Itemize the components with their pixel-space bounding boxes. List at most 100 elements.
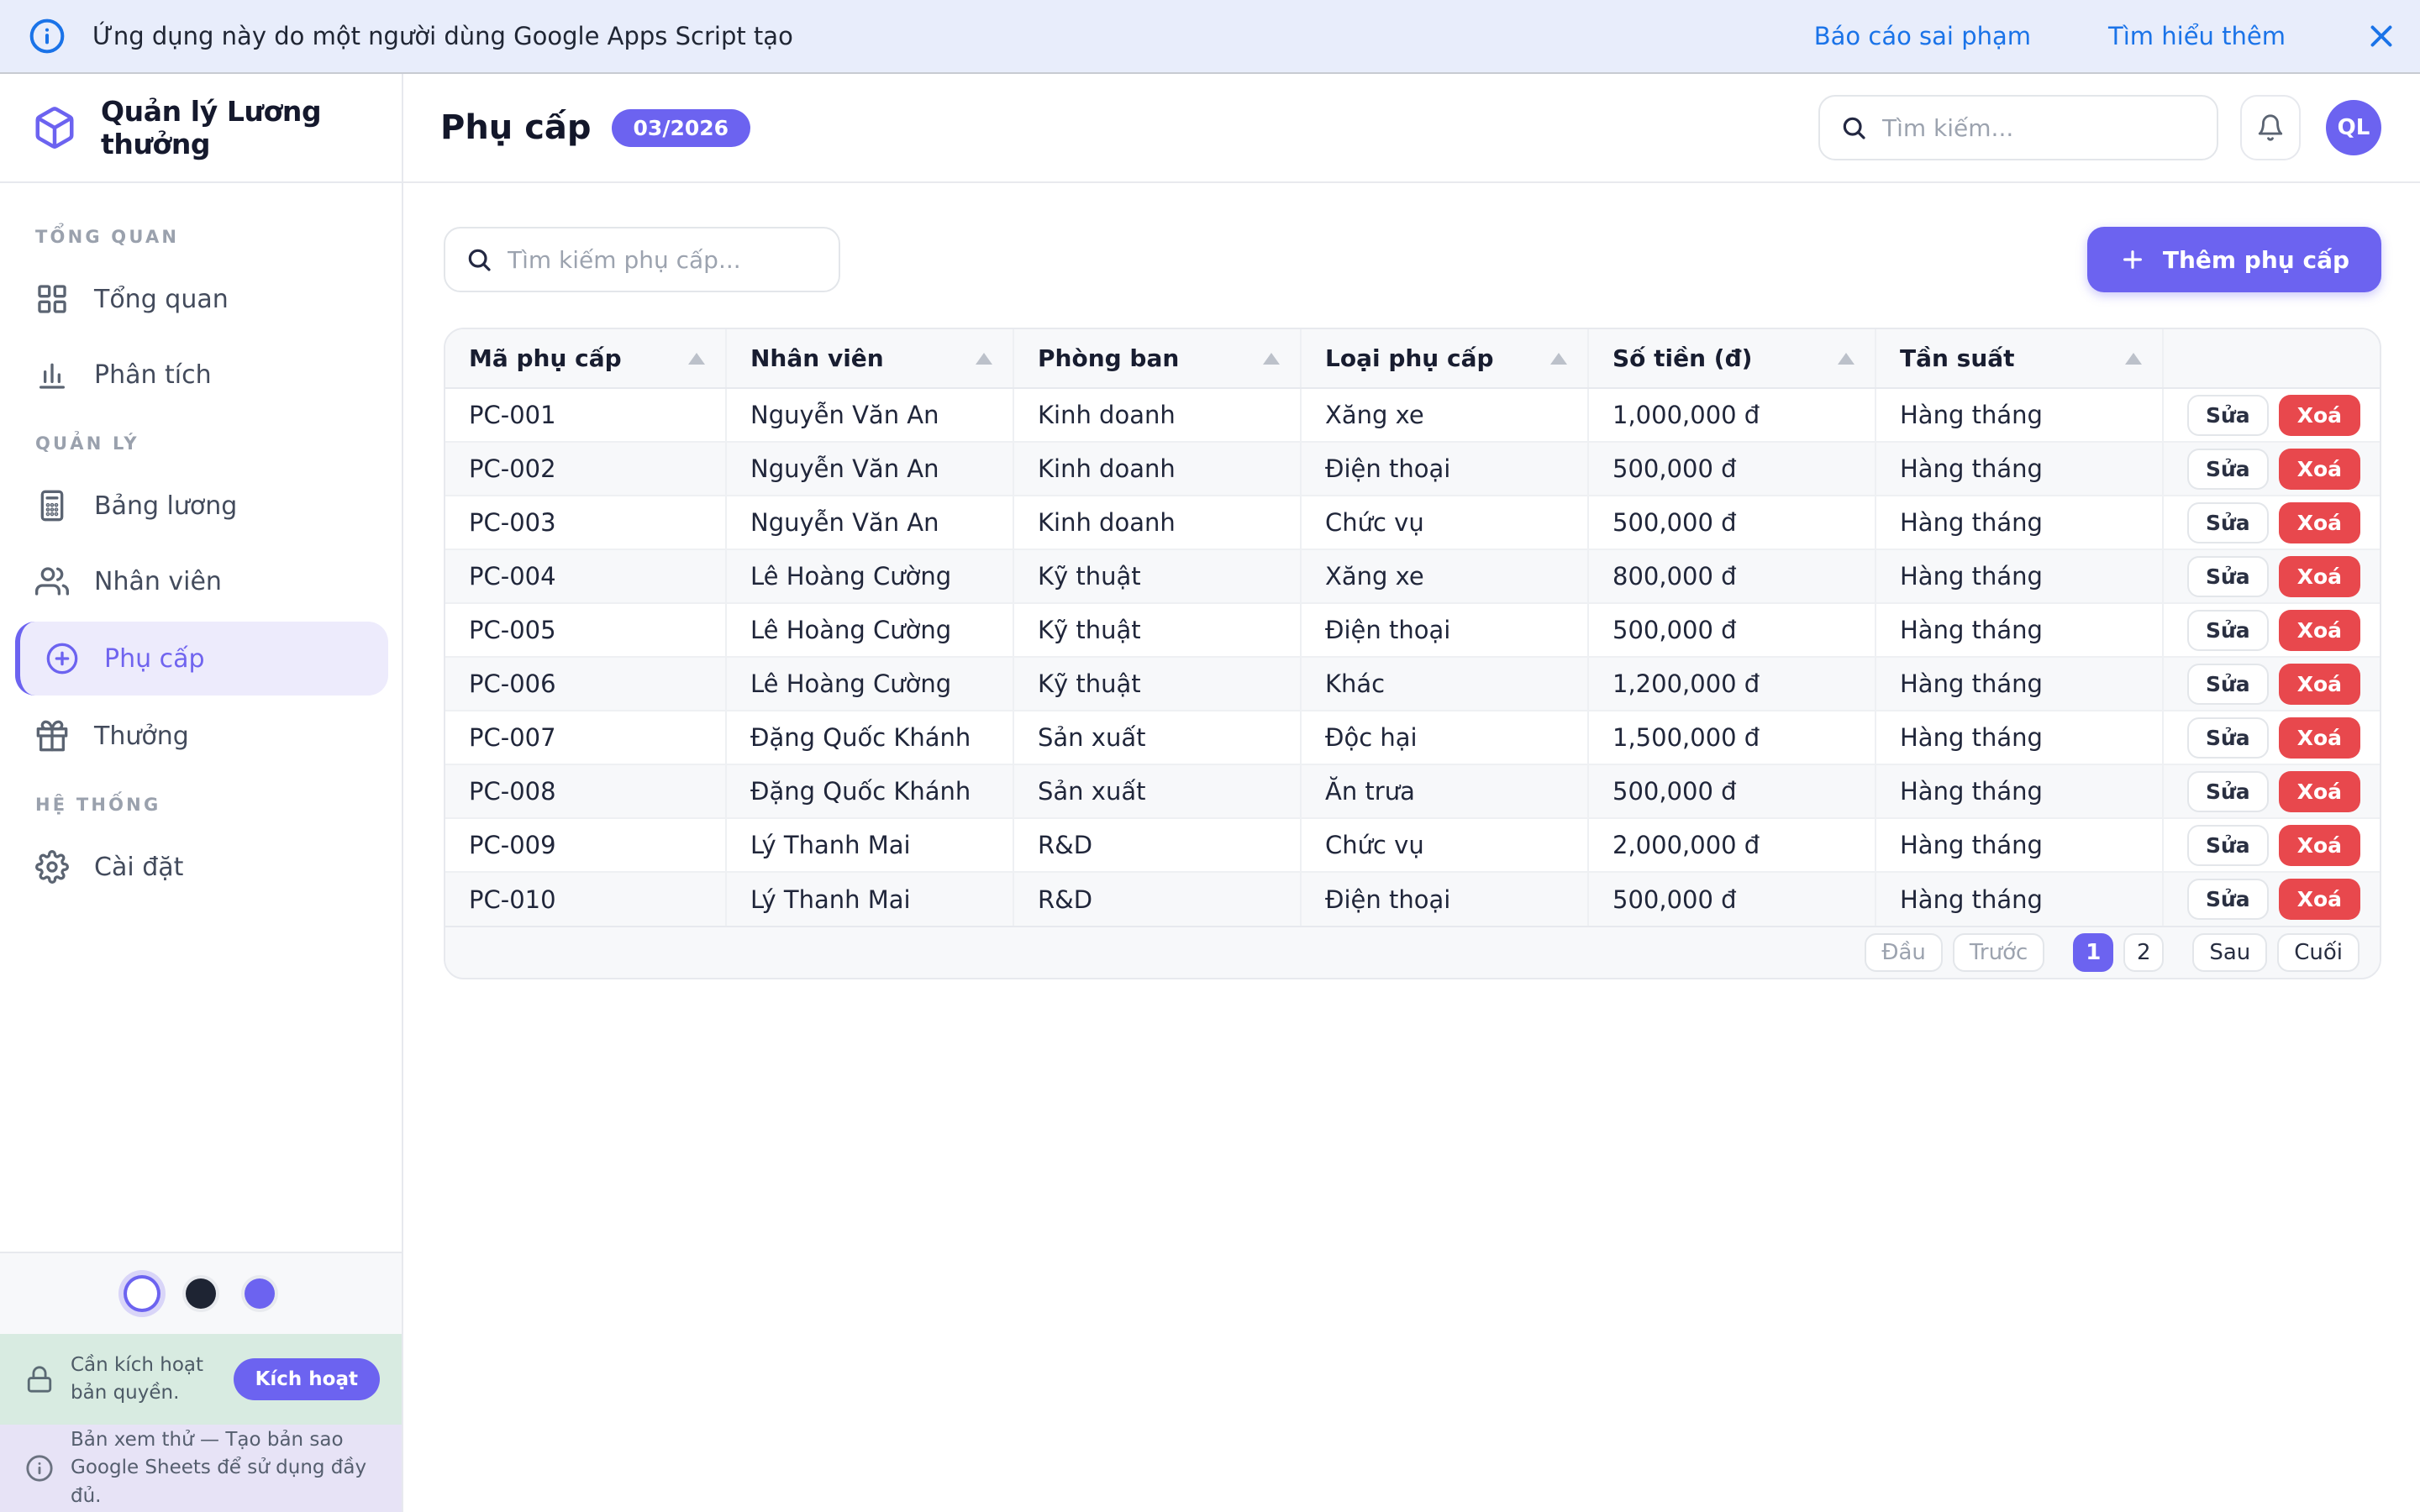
sidebar: Quản lý Lương thưởng TỔNG QUAN Tổng quan… xyxy=(0,74,403,1512)
delete-button[interactable]: Xoá xyxy=(2278,879,2361,920)
column-header-ma-phu-cap[interactable]: Mã phụ cấp xyxy=(445,329,726,389)
delete-button[interactable]: Xoá xyxy=(2278,394,2361,436)
row-actions: Sửa Xoá xyxy=(2162,872,2380,926)
table-cell: 1,200,000 đ xyxy=(1587,657,1876,711)
column-header-tan-suat[interactable]: Tần suất xyxy=(1875,329,2163,389)
pagination-page-2[interactable]: 2 xyxy=(2123,933,2165,972)
row-actions: Sửa Xoá xyxy=(2162,496,2380,550)
app-title: Quản lý Lương thưởng xyxy=(101,95,322,160)
sidebar-item-bang-luong[interactable]: Bảng lương xyxy=(0,469,402,543)
table-cell: Lê Hoàng Cường xyxy=(725,549,1013,604)
pagination-next-button[interactable]: Sau xyxy=(2192,933,2268,972)
edit-button[interactable]: Sửa xyxy=(2187,824,2269,866)
activate-button[interactable]: Kích hoạt xyxy=(233,1358,380,1400)
delete-button[interactable]: Xoá xyxy=(2278,663,2361,705)
table-cell: PC-002 xyxy=(445,442,726,496)
pagination-prev-button[interactable]: Trước xyxy=(1952,933,2045,972)
gift-icon xyxy=(35,719,69,753)
table-cell: Sản xuất xyxy=(1013,764,1301,819)
pagination-first-button[interactable]: Đầu xyxy=(1865,933,1943,972)
table-cell: Xăng xe xyxy=(1300,388,1588,443)
table-body: PC-001 Nguyễn Văn An Kinh doanh Xăng xe 1,00… xyxy=(445,388,2380,926)
table-cell: PC-006 xyxy=(445,657,726,711)
global-search[interactable] xyxy=(1818,95,2218,160)
delete-button[interactable]: Xoá xyxy=(2278,770,2361,812)
close-icon[interactable] xyxy=(2366,21,2396,51)
theme-dot[interactable] xyxy=(245,1278,275,1309)
global-search-input[interactable] xyxy=(1882,113,2196,142)
delete-button[interactable]: Xoá xyxy=(2278,717,2361,759)
edit-button[interactable]: Sửa xyxy=(2187,609,2269,651)
sidebar-item-phu-cap[interactable]: Phụ cấp xyxy=(15,622,388,696)
row-actions: Sửa Xoá xyxy=(2162,818,2380,873)
sidebar-item-label: Phụ cấp xyxy=(104,643,205,674)
delete-button[interactable]: Xoá xyxy=(2278,609,2361,651)
allowance-search-input[interactable] xyxy=(508,245,818,274)
sidebar-item-nhan-vien[interactable]: Nhân viên xyxy=(0,544,402,618)
row-actions: Sửa Xoá xyxy=(2162,388,2380,443)
edit-button[interactable]: Sửa xyxy=(2187,663,2269,705)
table-cell: Hàng tháng xyxy=(1875,388,2163,443)
info-icon xyxy=(25,1454,54,1483)
allowance-table-card: Mã phụ cấp Nhân viên Phòng ban Loại phụ … xyxy=(444,328,2381,979)
pagination-page-1[interactable]: 1 xyxy=(2073,933,2114,972)
delete-button[interactable]: Xoá xyxy=(2278,501,2361,543)
delete-button[interactable]: Xoá xyxy=(2278,555,2361,597)
notifications-button[interactable] xyxy=(2240,95,2301,160)
column-header-loai-phu-cap[interactable]: Loại phụ cấp xyxy=(1300,329,1588,389)
table-row: PC-005 Lê Hoàng Cường Kỹ thuật Điện thoại 50… xyxy=(445,603,2380,658)
column-header-nhan-vien[interactable]: Nhân viên xyxy=(725,329,1013,389)
row-actions: Sửa Xoá xyxy=(2162,711,2380,765)
report-abuse-link[interactable]: Báo cáo sai phạm xyxy=(1814,22,2031,50)
edit-button[interactable]: Sửa xyxy=(2187,394,2269,436)
edit-button[interactable]: Sửa xyxy=(2187,501,2269,543)
sidebar-item-cai-dat[interactable]: Cài đặt xyxy=(0,830,402,904)
bar-chart-icon xyxy=(35,358,69,391)
theme-dot[interactable] xyxy=(127,1278,157,1309)
column-header-phong-ban[interactable]: Phòng ban xyxy=(1013,329,1301,389)
table-cell: Nguyễn Văn An xyxy=(725,388,1013,443)
table-cell: PC-007 xyxy=(445,711,726,765)
sidebar-item-tong-quan[interactable]: Tổng quan xyxy=(0,262,402,336)
sidebar-item-phan-tich[interactable]: Phân tích xyxy=(0,338,402,412)
table-cell: Kỹ thuật xyxy=(1013,603,1301,658)
edit-button[interactable]: Sửa xyxy=(2187,555,2269,597)
add-allowance-button[interactable]: Thêm phụ cấp xyxy=(2086,227,2381,292)
table-cell: Hàng tháng xyxy=(1875,549,2163,604)
table-cell: Hàng tháng xyxy=(1875,818,2163,873)
avatar[interactable]: QL xyxy=(2326,100,2381,155)
table-row: PC-006 Lê Hoàng Cường Kỹ thuật Khác 1,200,00… xyxy=(445,657,2380,711)
table-cell: Hàng tháng xyxy=(1875,603,2163,658)
sidebar-header: Quản lý Lương thưởng xyxy=(0,74,402,183)
delete-button[interactable]: Xoá xyxy=(2278,448,2361,490)
edit-button[interactable]: Sửa xyxy=(2187,879,2269,920)
nav-section-overview: TỔNG QUAN xyxy=(35,227,180,247)
table-cell: Sản xuất xyxy=(1013,711,1301,765)
sidebar-item-label: Cài đặt xyxy=(94,852,184,882)
sort-asc-icon xyxy=(688,352,705,365)
sidebar-item-thuong[interactable]: Thưởng xyxy=(0,699,402,773)
table-row: PC-009 Lý Thanh Mai R&D Chức vụ 2,000,000 đH… xyxy=(445,818,2380,873)
edit-button[interactable]: Sửa xyxy=(2187,717,2269,759)
table-cell: 500,000 đ xyxy=(1587,603,1876,658)
search-icon xyxy=(1840,114,1867,141)
delete-button[interactable]: Xoá xyxy=(2278,824,2361,866)
license-banner: Cần kích hoạt bản quyền. Kích hoạt xyxy=(0,1334,402,1425)
column-header-so-tien[interactable]: Số tiền (đ) xyxy=(1587,329,1876,389)
theme-dot[interactable] xyxy=(186,1278,216,1309)
table-cell: Kinh doanh xyxy=(1013,496,1301,550)
column-header-actions xyxy=(2162,329,2380,389)
table-cell: 2,000,000 đ xyxy=(1587,818,1876,873)
table-row: PC-004 Lê Hoàng Cường Kỹ thuật Xăng xe 800,0… xyxy=(445,549,2380,604)
info-icon xyxy=(29,18,66,55)
plus-circle-icon xyxy=(45,642,79,675)
add-allowance-label: Thêm phụ cấp xyxy=(2162,245,2349,274)
row-actions: Sửa Xoá xyxy=(2162,442,2380,496)
table-cell: Hàng tháng xyxy=(1875,442,2163,496)
table-cell: Đặng Quốc Khánh xyxy=(725,711,1013,765)
learn-more-link[interactable]: Tìm hiểu thêm xyxy=(2108,22,2286,50)
pagination-last-button[interactable]: Cuối xyxy=(2277,933,2360,972)
allowance-search[interactable] xyxy=(444,227,840,292)
edit-button[interactable]: Sửa xyxy=(2187,448,2269,490)
edit-button[interactable]: Sửa xyxy=(2187,770,2269,812)
